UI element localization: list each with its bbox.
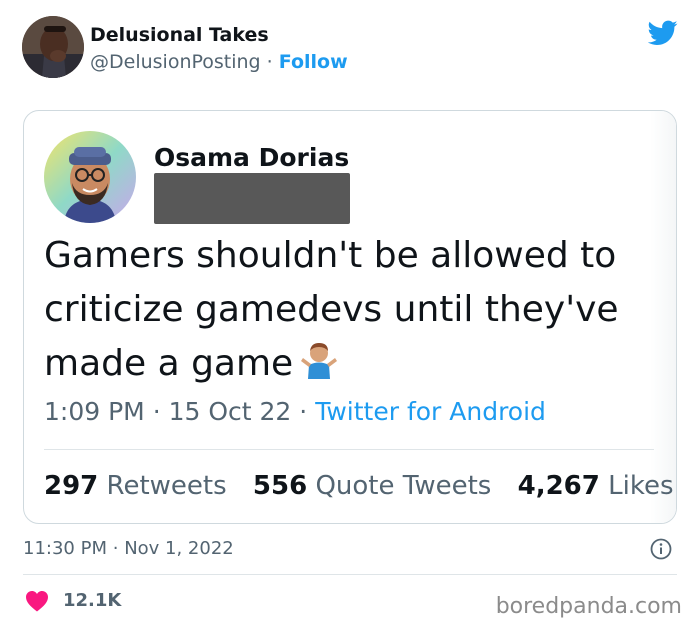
author-handle[interactable]: @DelusionPosting [90,51,261,73]
quote-tweets-count: 556 [252,471,308,501]
quote-tweets-stat[interactable]: 556 Quote Tweets [253,471,491,501]
quoted-author-avatar[interactable] [44,131,136,223]
tweet-header: Delusional Takes @DelusionPosting · Foll… [22,16,682,80]
watermark: boredpanda.com [495,594,682,619]
separator-dot: · [266,51,273,73]
retweets-stat[interactable]: 297 Retweets [44,471,227,501]
separator-dot: · [152,397,161,426]
tweet-timestamp[interactable]: 11:30 PM · Nov 1, 2022 [23,538,234,559]
quoted-likes-label: Likes [608,471,674,501]
quoted-likes-count: 4,267 [517,471,600,501]
quoted-tweet-date[interactable]: 15 Oct 22 [169,397,292,426]
tweet-date: Nov 1, 2022 [124,538,234,559]
likes-stat[interactable]: 4,267 Likes [518,471,674,501]
author-avatar[interactable] [22,16,84,78]
quote-tweets-label: Quote Tweets [315,471,492,501]
quoted-tweet-text: Gamers shouldn't be allowed to criticize… [44,229,654,391]
quoted-tweet-time: 1:09 PM [44,397,145,426]
tweet-time: 11:30 PM [23,538,107,559]
separator-dot: · [112,538,119,559]
separator-dot: · [299,397,308,426]
redacted-handle [154,173,350,224]
quoted-author-name[interactable]: Osama Dorias [154,143,349,172]
info-icon[interactable] [650,538,672,560]
author-handle-row: @DelusionPosting · Follow [90,51,348,73]
tweet-likes-count[interactable]: 12.1K [63,590,121,611]
person-avatar-icon [22,16,84,78]
heart-icon[interactable] [25,590,49,612]
quoted-tweet-stats: 297 Retweets 556 Quote Tweets 4,267 Like… [44,471,674,501]
twitter-bird-icon[interactable] [648,20,678,46]
quoted-tweet-meta: 1:09 PM · 15 Oct 22 · Twitter for Androi… [44,397,546,426]
cartoon-avatar-icon [44,131,136,223]
quoted-tweet-card[interactable]: Osama Dorias Gamers shouldn't be allowed… [23,110,677,524]
retweets-count: 297 [44,471,99,501]
follow-button[interactable]: Follow [279,51,348,73]
person-shrugging-emoji-icon [301,343,338,379]
bottom-divider [23,574,677,575]
quoted-tweet-source-app[interactable]: Twitter for Android [315,397,546,426]
stats-divider [44,449,654,450]
author-name[interactable]: Delusional Takes [90,24,269,46]
retweets-label: Retweets [106,471,227,501]
